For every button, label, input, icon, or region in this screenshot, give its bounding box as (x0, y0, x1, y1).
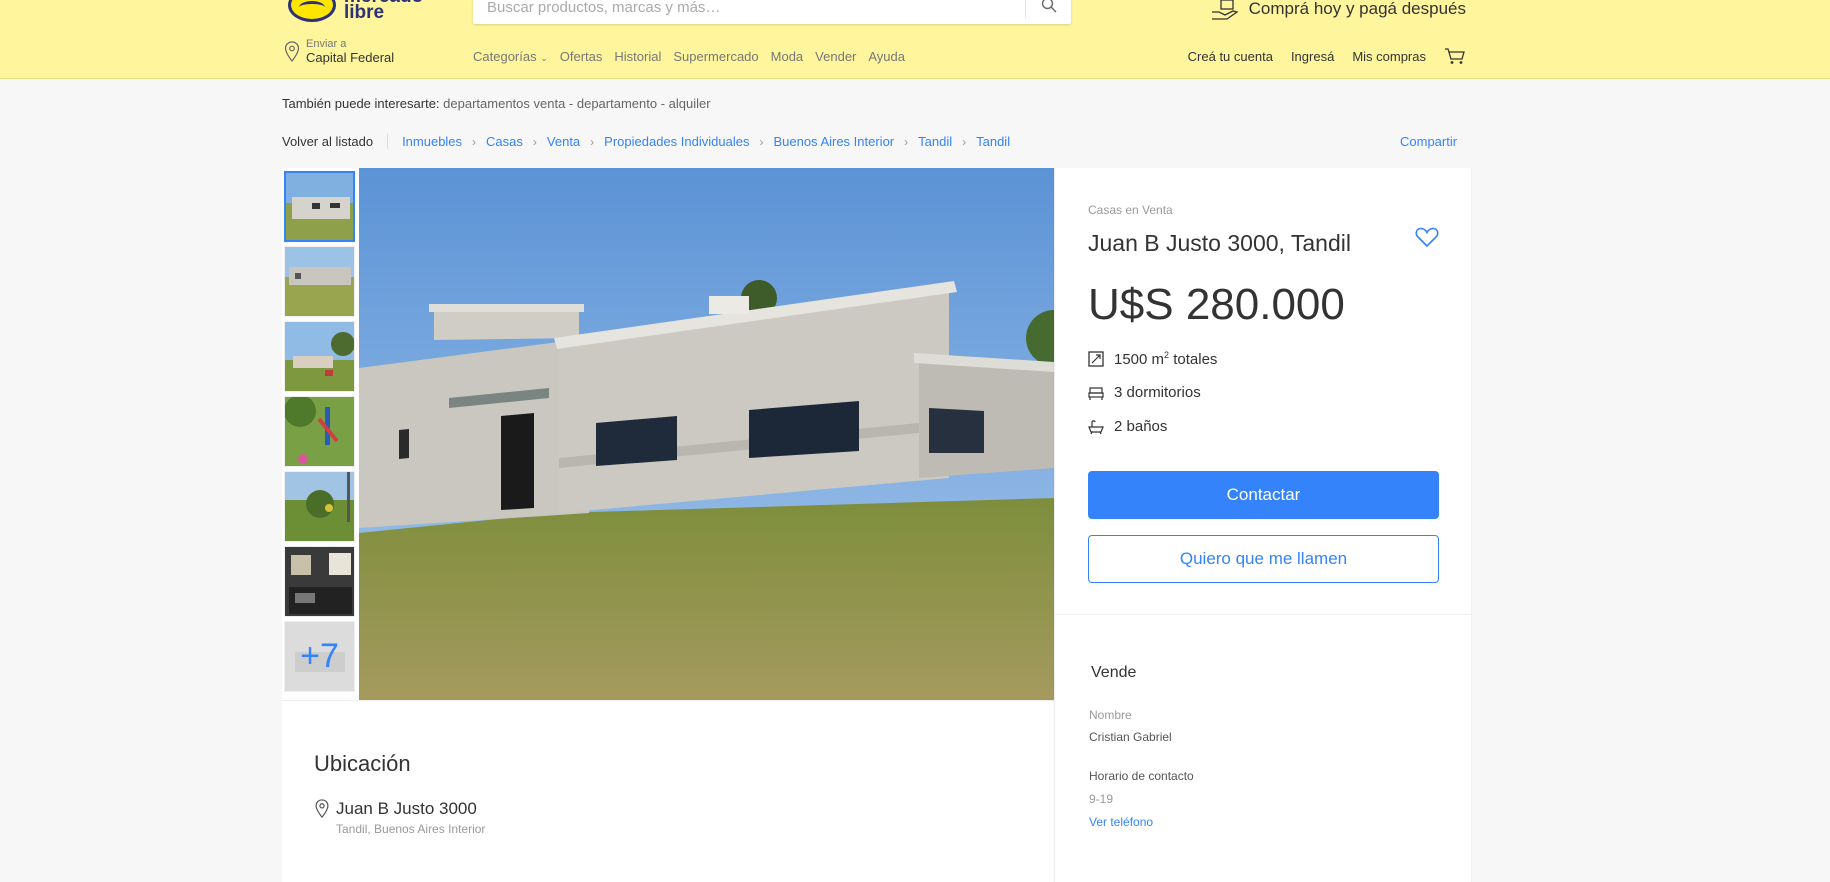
breadcrumb-casas[interactable]: Casas (486, 134, 523, 149)
thumbnail-6[interactable] (284, 546, 355, 617)
search-bar (473, 0, 1071, 24)
listing-title: Juan B Justo 3000, Tandil (1088, 230, 1351, 256)
area-value: 1500 m (1114, 351, 1165, 368)
photo-gallery: +7 (282, 168, 1054, 700)
listing-panel: Casas en Venta Juan B Justo 3000, Tandil… (1054, 168, 1472, 882)
share-link[interactable]: Compartir (1400, 134, 1457, 149)
nav-ofertas[interactable]: Ofertas (560, 49, 603, 64)
callback-button[interactable]: Quiero que me llamen (1088, 535, 1439, 583)
login-link[interactable]: Ingresá (1291, 49, 1334, 64)
seller-title: Vende (1091, 664, 1137, 681)
mercadolibre-logo[interactable]: mercado libre (288, 0, 423, 22)
main-photo[interactable] (359, 168, 1054, 700)
favorite-button[interactable] (1415, 226, 1439, 253)
seller-name: Cristian Gabriel (1089, 730, 1172, 744)
location-pin-icon (284, 40, 300, 62)
my-purchases-link[interactable]: Mis compras (1352, 49, 1426, 64)
user-nav: Creá tu cuenta Ingresá Mis compras (1188, 47, 1466, 65)
bed-icon (1088, 386, 1104, 400)
thumbnail-3[interactable] (284, 321, 355, 392)
shipping-location[interactable]: Enviar a Capital Federal (284, 38, 394, 65)
nav-historial[interactable]: Historial (614, 49, 661, 64)
listing-price: U$S 280.000 (1088, 280, 1345, 329)
search-input[interactable] (487, 0, 1027, 20)
breadcrumb-propiedades[interactable]: Propiedades Individuales (604, 134, 749, 149)
hand-box-icon (1211, 0, 1239, 20)
contact-hours: 9-19 (1089, 792, 1114, 806)
ship-location: Capital Federal (306, 50, 395, 65)
attribute-bathrooms: 2 baños (1088, 418, 1167, 435)
nav-ayuda[interactable]: Ayuda (868, 49, 905, 64)
breadcrumb-tandil-city[interactable]: Tandil (976, 134, 1010, 149)
breadcrumb-inmuebles[interactable]: Inmuebles (402, 134, 462, 149)
thumbnail-5[interactable] (284, 471, 355, 542)
search-icon (1041, 0, 1056, 13)
heart-icon (1415, 227, 1439, 248)
listing-category: Casas en Venta (1088, 203, 1173, 217)
breadcrumb-venta[interactable]: Venta (547, 134, 580, 149)
more-photos-count: +7 (285, 622, 354, 691)
thumbnail-4[interactable] (284, 396, 355, 467)
nav-categorias[interactable]: Categorías ⌄ (473, 49, 548, 64)
create-account-link[interactable]: Creá tu cuenta (1188, 49, 1273, 64)
promo-banner[interactable]: Comprá hoy y pagá después (1211, 0, 1466, 20)
header: mercado libre Comprá hoy y pagá después … (0, 0, 1830, 79)
address-line: Juan B Justo 3000 (336, 799, 477, 818)
breadcrumb-buenos-aires-interior[interactable]: Buenos Aires Interior (773, 134, 894, 149)
back-to-listing-link[interactable]: Volver al listado (282, 134, 389, 149)
contact-button[interactable]: Contactar (1088, 471, 1439, 519)
logo-text-line2: libre (344, 2, 385, 23)
breadcrumb: Volver al listado Inmuebles › Casas › Ve… (282, 134, 1010, 149)
chevron-right-icon: › (904, 134, 909, 149)
breadcrumb-tandil[interactable]: Tandil (918, 134, 952, 149)
attribute-bedrooms: 3 dormitorios (1088, 384, 1201, 401)
location-title: Ubicación (314, 751, 411, 776)
area-suffix: totales (1169, 351, 1218, 368)
chevron-right-icon: › (759, 134, 764, 149)
ship-label: Enviar a (306, 38, 347, 50)
attribute-area: 1500 m2 totales (1088, 350, 1217, 368)
thumbnail-more[interactable]: +7 (284, 621, 355, 692)
location-address: Juan B Justo 3000 Tandil, Buenos Aires I… (314, 799, 485, 836)
bedrooms-text: 3 dormitorios (1114, 384, 1201, 401)
main-nav: Categorías ⌄ Ofertas Historial Supermerc… (473, 49, 905, 64)
cart-icon[interactable] (1444, 47, 1466, 65)
related-label: También puede interesarte: (282, 96, 440, 111)
chevron-down-icon: ⌄ (540, 53, 548, 63)
search-button[interactable] (1025, 0, 1071, 18)
area-icon (1088, 351, 1104, 367)
thumbnail-strip: +7 (282, 168, 357, 700)
address-region: Tandil, Buenos Aires Interior (336, 822, 486, 836)
location-card: Ubicación Juan B Justo 3000 Tandil, Buen… (282, 700, 1054, 882)
chevron-right-icon: › (962, 134, 967, 149)
nav-moda[interactable]: Moda (771, 49, 804, 64)
chevron-right-icon: › (532, 134, 537, 149)
panel-divider (1055, 614, 1472, 615)
nav-supermercado[interactable]: Supermercado (673, 49, 758, 64)
thumbnail-1[interactable] (284, 171, 355, 242)
handshake-icon (288, 0, 336, 22)
location-pin-icon (315, 799, 329, 819)
bathtub-icon (1088, 419, 1104, 434)
chevron-right-icon: › (590, 134, 595, 149)
related-searches: También puede interesarte: departamentos… (282, 96, 711, 111)
bathrooms-text: 2 baños (1114, 418, 1168, 435)
nav-vender[interactable]: Vender (815, 49, 856, 64)
show-phone-link[interactable]: Ver teléfono (1089, 815, 1153, 829)
chevron-right-icon: › (472, 134, 477, 149)
thumbnail-2[interactable] (284, 246, 355, 317)
contact-hours-label: Horario de contacto (1089, 769, 1194, 783)
promo-text: Comprá hoy y pagá después (1248, 0, 1466, 18)
seller-name-label: Nombre (1089, 708, 1132, 722)
related-links[interactable]: departamentos venta - departamento - alq… (443, 96, 710, 111)
